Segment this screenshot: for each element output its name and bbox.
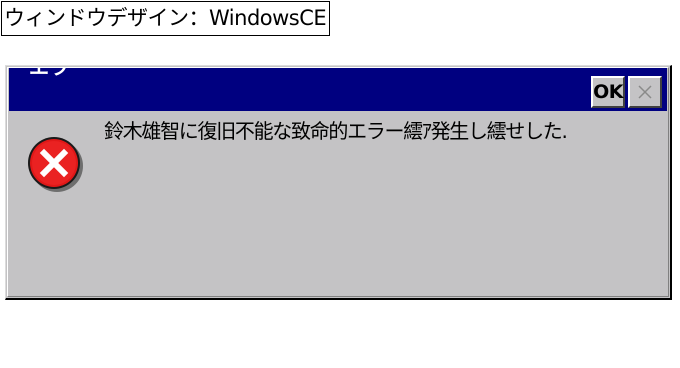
ok-button[interactable]: OK [591,76,625,108]
error-message: 鈴木雄智に復旧不能な致命的エラー繧ｱ発生し繧せした. [104,119,568,143]
title-bar[interactable]: エラ OK [9,68,667,111]
caption-label: ウィンドウデザイン：WindowsCE [1,1,331,36]
close-button[interactable] [628,76,662,108]
close-icon [638,85,652,99]
error-icon [28,137,83,192]
error-dialog: エラ OK 鈴木雄智に復旧不能な致命的エラー繧ｱ発生し繧せした. [5,65,672,300]
dialog-title: エラ [29,68,69,79]
